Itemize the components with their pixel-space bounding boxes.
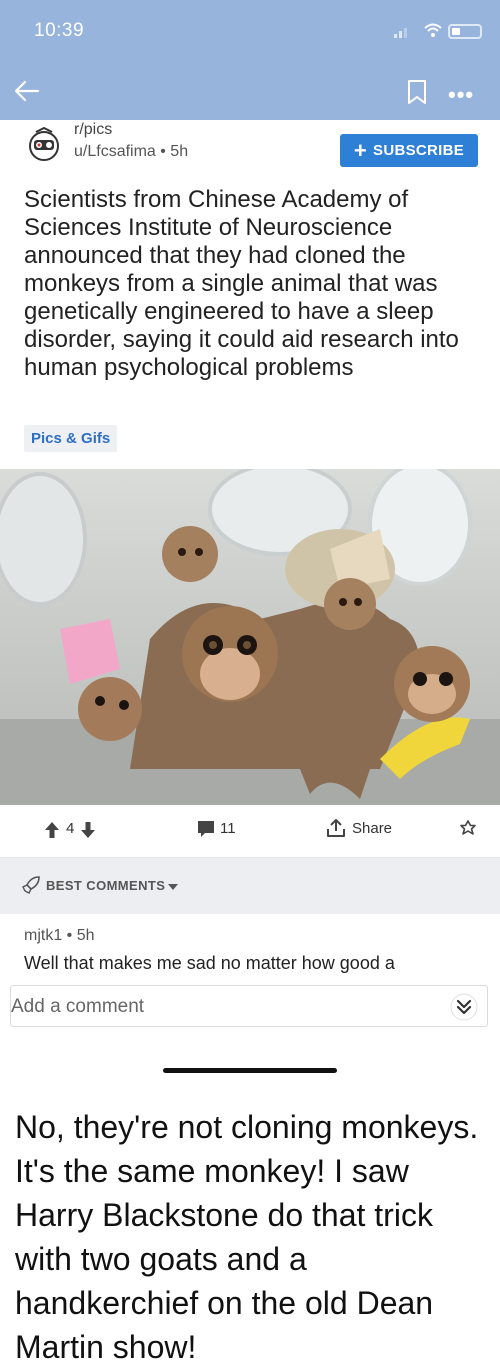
add-comment-placeholder: Add a comment: [11, 996, 145, 1017]
chevron-down-icon[interactable]: [167, 883, 179, 891]
award-icon[interactable]: [458, 818, 478, 838]
post-flair[interactable]: Pics & Gifs: [24, 425, 118, 452]
comment-icon[interactable]: [197, 820, 215, 838]
nav-bar: •••: [0, 64, 500, 120]
status-bar: 10:39: [0, 0, 500, 64]
wifi-icon: [424, 23, 442, 37]
post-image[interactable]: [0, 469, 500, 805]
comment-body: Well that makes me sad no matter how goo…: [24, 953, 395, 973]
bookmark-icon[interactable]: [406, 79, 428, 105]
home-indicator: [163, 1068, 337, 1073]
signal-icon: [394, 34, 397, 38]
more-icon[interactable]: •••: [448, 82, 474, 108]
battery-icon: [448, 24, 482, 39]
share-icon[interactable]: [327, 818, 345, 838]
post-title: Scientists from Chinese Academy of Scien…: [24, 186, 459, 381]
plus-icon: +: [353, 137, 368, 163]
downvote-icon[interactable]: [80, 821, 96, 839]
subscribe-button[interactable]: + SUBSCRIBE: [340, 134, 478, 167]
back-arrow-icon[interactable]: [12, 78, 42, 104]
upvote-icon[interactable]: [44, 821, 60, 839]
signal-icon-bar: [399, 31, 402, 38]
share-label[interactable]: Share: [352, 820, 392, 837]
score-count: 4: [66, 820, 75, 837]
double-chevron-down-icon[interactable]: [448, 993, 480, 1021]
signal-icon-bar: [404, 28, 407, 38]
comment-author[interactable]: mjtk1 • 5h: [24, 927, 95, 945]
post-author-line[interactable]: u/Lfcsafima • 5h: [74, 143, 188, 161]
comment-count[interactable]: 11: [220, 820, 236, 837]
comment-sort-label[interactable]: BEST COMMENTS: [46, 878, 165, 893]
meme-caption: No, they're not cloning monkeys. It's th…: [15, 1109, 479, 1365]
subscribe-label: SUBSCRIBE: [373, 142, 465, 159]
clock-time: 10:39: [34, 20, 85, 41]
rocket-icon: [22, 876, 40, 894]
subreddit-name[interactable]: r/pics: [74, 121, 112, 139]
add-comment-input[interactable]: Add a comment: [10, 985, 488, 1027]
subreddit-avatar[interactable]: [24, 124, 64, 164]
